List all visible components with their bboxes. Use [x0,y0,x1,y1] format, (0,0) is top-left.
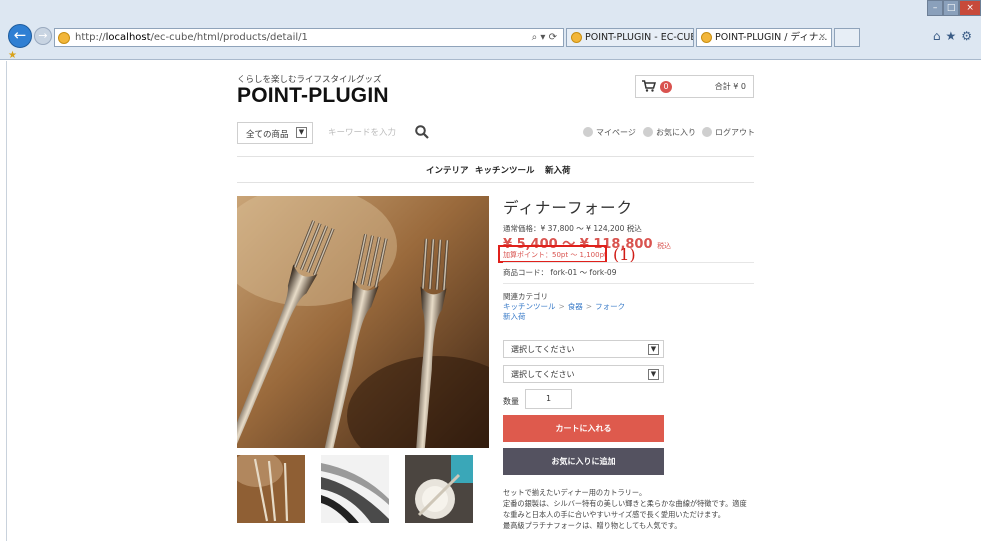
nav-item-kitchen[interactable]: キッチンツール [475,164,535,176]
page-favicon-icon [58,32,70,44]
address-bar[interactable]: http://localhost/ec-cube/html/products/d… [54,28,564,47]
divider [503,262,754,263]
mypage-label: マイページ [596,128,636,137]
breadcrumb-separator: > [558,302,565,311]
product-code: 商品コード： fork-01 ～ fork-09 [503,268,617,277]
chevron-down-icon: ▼ [296,127,307,138]
back-button[interactable]: ← [8,24,32,48]
product-title: ディナーフォーク [503,199,633,217]
annotation-box [498,245,607,263]
favorite-link[interactable]: お気に入り [643,127,696,138]
quantity-label: 数量 [503,397,519,406]
related-category-path: 新入荷 [503,311,526,322]
url-prefix: http:// [75,32,106,43]
window-controls: – □ × [927,0,981,16]
option-select[interactable]: 選択してください ▼ [503,340,664,358]
site-logo[interactable]: POINT-PLUGIN [237,84,389,108]
option-select-value: 選択してください [511,345,575,354]
url-path: /ec-cube/html/products/detail/1 [150,32,308,43]
cart-count-badge: 0 [660,81,672,93]
product-thumbnail[interactable] [321,455,389,523]
breadcrumb-separator: > [585,302,593,311]
search-input[interactable]: キーワードを入力 [318,122,412,144]
tab-product-detail[interactable]: POINT-PLUGIN / ディナ... × [696,28,832,47]
page: ← → http://localhost/ec-cube/html/produc… [0,0,981,541]
product-description-line: 最高級プラチナフォークは、贈り物としても人気です。 [503,521,682,530]
tab-favicon-icon [571,32,582,43]
quantity-input[interactable]: 1 [525,389,572,409]
related-link-fork[interactable]: フォーク [595,302,625,311]
close-window-button[interactable]: × [959,0,981,16]
add-to-cart-button[interactable]: カートに入れる [503,415,664,442]
product-main-image [237,196,489,448]
tab-label: POINT-PLUGIN - EC-CUBE... [585,32,693,43]
address-url[interactable]: http://localhost/ec-cube/html/products/d… [75,30,308,46]
sale-price-tax: 税込 [657,242,672,250]
new-tab-button[interactable] [834,28,860,47]
cart-icon [642,80,657,95]
user-icon [583,127,593,137]
logout-link[interactable]: ログアウト [702,127,755,138]
tab-ec-cube[interactable]: POINT-PLUGIN - EC-CUBE... [566,28,694,47]
browser-chrome: ← → http://localhost/ec-cube/html/produc… [0,0,981,61]
tab-favicon-icon [701,32,712,43]
cart-total: 合計 ¥ 0 [714,82,746,91]
page-content [0,61,981,541]
url-host: localhost [105,32,151,43]
category-select-value: 全ての商品 [246,130,289,140]
mypage-link[interactable]: マイページ [583,127,636,138]
product-thumbnail[interactable] [237,455,305,523]
option-select-value: 選択してください [511,370,575,379]
tab-label: POINT-PLUGIN / ディナ... [715,32,828,43]
forward-button[interactable]: → [34,27,52,45]
option-select[interactable]: 選択してください ▼ [503,365,664,383]
content-border [6,61,7,541]
address-tools-icon[interactable]: ⌕ ▾ ⟳ [532,30,557,46]
favorite-label: お気に入り [656,128,696,137]
cart-summary[interactable]: 0 合計 ¥ 0 [635,75,754,98]
add-favorite-button[interactable]: お気に入りに追加 [503,448,664,475]
nav-divider [237,156,754,157]
nav-item-new[interactable]: 新入荷 [545,164,571,176]
maximize-button[interactable]: □ [943,0,960,16]
product-thumbnail[interactable] [405,455,473,523]
related-link-tableware[interactable]: 食器 [568,302,583,311]
nav-item-interior[interactable]: インテリア [426,164,469,176]
related-link-new[interactable]: 新入荷 [503,312,526,321]
favorites-bar-star-icon[interactable]: ★ [8,50,17,61]
product-description-line: 定番の銀製は、シルバー特有の美しい輝きと柔らかな曲線が特徴です。適度 [503,499,747,508]
search-icon[interactable] [414,124,430,140]
product-description-line: な重みと日本人の手に合いやすいサイズ感で長く愛用いただけます。 [503,510,725,519]
minimize-button[interactable]: – [927,0,944,16]
product-description-line: セットで揃えたいディナー用のカトラリー。 [503,488,647,497]
tab-close-icon[interactable]: × [818,29,826,46]
divider [503,283,754,284]
logout-label: ログアウト [715,128,755,137]
nav-divider [237,182,754,183]
home-favorites-settings-icon[interactable]: ⌂★⚙ [933,29,977,43]
heart-icon [643,127,653,137]
chevron-down-icon: ▼ [648,369,659,380]
lock-icon [702,127,712,137]
chevron-down-icon: ▼ [648,344,659,355]
category-select[interactable]: 全ての商品 ▼ [237,122,313,144]
related-link-kitchen[interactable]: キッチンツール [503,302,556,311]
